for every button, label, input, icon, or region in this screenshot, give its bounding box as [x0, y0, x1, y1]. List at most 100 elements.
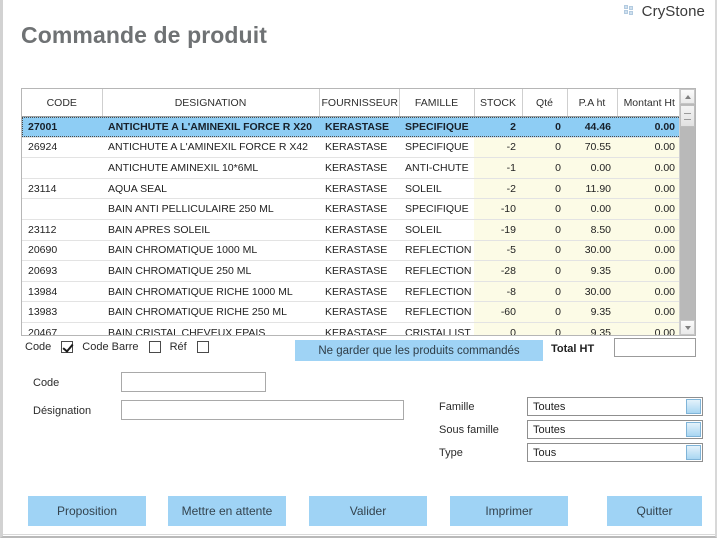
table-cell-fournisseur: KERASTASE [319, 116, 399, 138]
table-cell-pa-ht: 8.50 [567, 219, 617, 241]
checkbox-code-barre[interactable] [61, 341, 74, 353]
table-row[interactable]: 23114 AQUA SEAL KERASTASE SOLEIL -2 0 11.90 0.0… [22, 178, 679, 200]
table-cell-montant-ht: 0.00 [617, 219, 679, 241]
table-cell-stock: -19 [474, 219, 522, 241]
table-cell-stock: -60 [474, 301, 522, 323]
valider-button[interactable]: Valider [309, 496, 427, 526]
table-cell-stock: -2 [474, 178, 522, 200]
table-cell-famille: REFLECTION [399, 260, 474, 282]
table-cell-fournisseur: KERASTASE [319, 137, 399, 159]
sous-famille-dropdown[interactable]: Toutes [527, 420, 703, 439]
column-header-code[interactable]: CODE [22, 89, 103, 117]
table-cell-fournisseur: KERASTASE [319, 219, 399, 241]
table-cell-fournisseur: KERASTASE [319, 322, 399, 335]
imprimer-button[interactable]: Imprimer [450, 496, 568, 526]
table-cell-designation: BAIN APRES SOLEIL [102, 219, 319, 241]
mettre-en-attente-button[interactable]: Mettre en attente [168, 496, 286, 526]
table-cell-fournisseur: KERASTASE [319, 260, 399, 282]
scroll-up-button[interactable] [680, 89, 695, 104]
famille-dropdown[interactable]: Toutes [527, 397, 703, 416]
table-cell-pa-ht: 70.55 [567, 137, 617, 159]
table-cell-stock: -10 [474, 198, 522, 220]
table-header-row: CODE DESIGNATION FOURNISSEUR FAMILLE STO… [22, 89, 679, 117]
table-row[interactable]: 13983 BAIN CHROMATIQUE RICHE 250 ML KERAST… [22, 301, 679, 323]
table-body: 27001 ANTICHUTE A L'AMINEXIL FORCE R X20 K… [22, 116, 679, 335]
search-mode-checkbox-group: Code Code Barre Réf [25, 341, 218, 353]
table-cell-famille: SPECIFIQUE [399, 137, 474, 159]
column-header-qte[interactable]: Qté [522, 89, 568, 117]
code-input[interactable] [121, 372, 266, 392]
table-cell-designation: BAIN CHROMATIQUE 1000 ML [102, 240, 319, 262]
table-cell-designation: BAIN CRISTAL CHEVEUX EPAIS [102, 322, 319, 335]
table-cell-famille: REFLECTION [399, 281, 474, 303]
product-grid-viewport: CODE DESIGNATION FOURNISSEUR FAMILLE STO… [22, 89, 679, 335]
table-row[interactable]: ANTICHUTE AMINEXIL 10*6ML KERASTASE ANTI-C… [22, 157, 679, 179]
table-cell-fournisseur: KERASTASE [319, 198, 399, 220]
table-cell-pa-ht: 30.00 [567, 240, 617, 262]
famille-dropdown-label: Famille [439, 401, 475, 413]
table-row[interactable]: 20690 BAIN CHROMATIQUE 1000 ML KERASTASE RE… [22, 240, 679, 262]
table-cell-pa-ht: 11.90 [567, 178, 617, 200]
table-row[interactable]: 27001 ANTICHUTE A L'AMINEXIL FORCE R X20 K… [22, 116, 679, 138]
total-ht-value[interactable] [614, 338, 696, 357]
column-header-pa-ht[interactable]: P.A ht [567, 89, 618, 117]
column-header-famille[interactable]: FAMILLE [399, 89, 475, 117]
table-row[interactable]: 13984 BAIN CHROMATIQUE RICHE 1000 ML KERAS… [22, 281, 679, 303]
application-window: CryStone Commande de produit CODE DESIGN… [0, 0, 717, 538]
window-bottom-edge [3, 534, 715, 536]
table-row[interactable]: 20467 BAIN CRISTAL CHEVEUX EPAIS KERASTASE… [22, 322, 679, 335]
table-cell-designation: BAIN CHROMATIQUE RICHE 250 ML [102, 301, 319, 323]
table-cell-stock: -8 [474, 281, 522, 303]
table-cell-code [22, 157, 102, 179]
scrollbar-thumb[interactable] [680, 105, 695, 127]
table-row[interactable]: BAIN ANTI PELLICULAIRE 250 ML KERASTASE SP… [22, 198, 679, 220]
table-cell-qte: 0 [522, 240, 567, 262]
table-cell-famille: REFLECTION [399, 240, 474, 262]
scroll-down-button[interactable] [680, 320, 695, 335]
checkbox-ref[interactable] [148, 341, 161, 353]
table-cell-montant-ht: 0.00 [617, 157, 679, 179]
table-cell-code: 20693 [22, 260, 102, 282]
column-header-designation[interactable]: DESIGNATION [102, 89, 320, 117]
table-cell-montant-ht: 0.00 [617, 281, 679, 303]
chevron-down-icon [684, 325, 691, 330]
table-cell-designation: AQUA SEAL [102, 178, 319, 200]
table-cell-stock: -5 [474, 240, 522, 262]
table-cell-pa-ht: 0.00 [567, 157, 617, 179]
quitter-button[interactable]: Quitter [607, 496, 702, 526]
table-cell-fournisseur: KERASTASE [319, 240, 399, 262]
checkbox-extra[interactable] [196, 341, 209, 353]
column-header-stock[interactable]: STOCK [474, 89, 523, 117]
chevron-up-icon [684, 94, 691, 99]
table-cell-code [22, 198, 102, 220]
type-dropdown[interactable]: Tous [527, 443, 703, 462]
table-cell-designation: ANTICHUTE AMINEXIL 10*6ML [102, 157, 319, 179]
table-row[interactable]: 20693 BAIN CHROMATIQUE 250 ML KERASTASE REF… [22, 260, 679, 282]
proposition-button[interactable]: Proposition [28, 496, 146, 526]
brand-logo: CryStone [623, 3, 705, 20]
checkbox-label-ref: Réf [169, 341, 187, 353]
table-cell-famille: ANTI-CHUTE [399, 157, 474, 179]
column-header-fournisseur[interactable]: FOURNISSEUR [319, 89, 400, 117]
table-cell-qte: 0 [522, 116, 567, 138]
table-cell-pa-ht: 9.35 [567, 322, 617, 335]
scrollbar-track[interactable] [680, 104, 695, 320]
chevron-down-icon[interactable] [686, 445, 701, 460]
grid-vertical-scrollbar[interactable] [679, 89, 695, 335]
designation-input[interactable] [121, 400, 404, 420]
table-cell-code: 13983 [22, 301, 102, 323]
table-cell-fournisseur: KERASTASE [319, 281, 399, 303]
chevron-down-icon[interactable] [686, 399, 701, 414]
table-cell-qte: 0 [522, 260, 567, 282]
keep-only-ordered-products-button[interactable]: Ne garder que les produits commandés [295, 340, 543, 361]
table-cell-montant-ht: 0.00 [617, 260, 679, 282]
table-cell-famille: SPECIFIQUE [399, 198, 474, 220]
chevron-down-icon[interactable] [686, 422, 701, 437]
type-dropdown-value: Tous [533, 446, 557, 459]
table-row[interactable]: 23112 BAIN APRES SOLEIL KERASTASE SOLEIL -19… [22, 219, 679, 241]
table-cell-montant-ht: 0.00 [617, 116, 679, 138]
sous-famille-dropdown-value: Toutes [533, 423, 566, 436]
table-cell-famille: CRISTALLIST [399, 322, 474, 335]
column-header-montant-ht[interactable]: Montant Ht [617, 89, 679, 117]
table-row[interactable]: 26924 ANTICHUTE A L'AMINEXIL FORCE R X42 K… [22, 137, 679, 159]
